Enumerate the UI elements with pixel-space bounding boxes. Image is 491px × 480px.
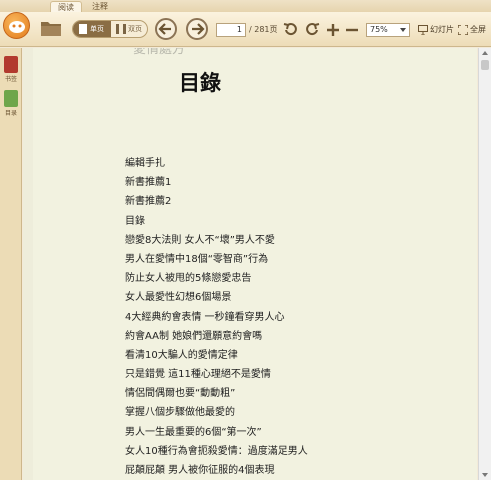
fullscreen-button[interactable]: 全屏 (457, 23, 486, 37)
zoom-select[interactable]: 75% (366, 23, 410, 37)
rotate-right-icon[interactable] (303, 21, 321, 39)
toc-entry[interactable]: 看清10大騙人的愛情定律 (125, 346, 445, 365)
fullscreen-label: 全屏 (470, 25, 486, 34)
left-sidebar: 书签 目录 (0, 48, 22, 480)
rotate-left-icon[interactable] (282, 21, 300, 39)
document-viewport: 愛情處方 目錄 編輯手扎 新書推薦1 新書推薦2 目錄 戀愛8大法則 女人不“壞… (23, 48, 477, 480)
single-page-button[interactable]: 单页 (73, 21, 111, 37)
toolbar: 单页 双页 1 / 281页 75% 幻灯片 全屏 (0, 12, 491, 47)
double-page-label: 双页 (128, 25, 142, 33)
vertical-scrollbar[interactable] (478, 48, 491, 480)
toc-entry[interactable]: 男人一生最重要的6個“第一次” (125, 423, 445, 442)
table-of-contents-icon (4, 90, 18, 107)
sidebar-item-label: 目录 (4, 110, 17, 117)
toc-list: 編輯手扎 新書推薦1 新書推薦2 目錄 戀愛8大法則 女人不“壞”男人不愛 男人… (125, 154, 445, 480)
scroll-down-icon[interactable] (482, 473, 488, 477)
single-page-label: 单页 (90, 25, 104, 33)
arrow-right-icon (192, 23, 205, 35)
sidebar-item-bookmark[interactable]: 书签 (3, 56, 19, 83)
total-pages-label: / 281页 (249, 25, 278, 34)
slideshow-button[interactable]: 幻灯片 (418, 23, 454, 37)
app-logo-icon[interactable] (3, 12, 30, 39)
chevron-down-icon (400, 28, 406, 32)
toc-entry[interactable]: 約會AA制 她娘們還願意約會嗎 (125, 327, 445, 346)
toc-entry[interactable]: 4大經典約會表情 一秒鐘看穿男人心 (125, 308, 445, 327)
toc-entry[interactable]: 戀愛8大法則 女人不“壞”男人不愛 (125, 231, 445, 250)
zoom-value: 75% (370, 25, 388, 34)
toc-entry[interactable]: 防止女人被甩的5條戀愛忠告 (125, 269, 445, 288)
scroll-up-icon[interactable] (482, 51, 488, 55)
next-page-button[interactable] (186, 18, 208, 40)
zoom-in-icon[interactable] (324, 21, 342, 39)
toc-entry[interactable]: 情侶間偶爾也要“動動粗” (125, 384, 445, 403)
toc-entry[interactable]: 新書推薦1 (125, 173, 445, 192)
tab-annotation[interactable]: 注释 (84, 1, 116, 12)
document-page: 愛情處方 目錄 編輯手扎 新書推薦1 新書推薦2 目錄 戀愛8大法則 女人不“壞… (33, 48, 477, 480)
toc-entry[interactable]: 目錄 (125, 212, 445, 231)
toc-entry[interactable]: 屁顛屁顛 男人被你征服的4個表現 (125, 461, 445, 480)
toc-entry[interactable]: 新書推薦2 (125, 192, 445, 211)
double-page-icon (116, 24, 126, 34)
toc-entry[interactable]: 男人在愛情中18個“零智商”行為 (125, 250, 445, 269)
zoom-out-icon[interactable] (343, 21, 361, 39)
double-page-button[interactable]: 双页 (111, 21, 147, 37)
tab-read[interactable]: 阅读 (50, 1, 82, 12)
view-mode-toggle: 单页 双页 (72, 20, 148, 38)
toc-entry[interactable]: 編輯手扎 (125, 154, 445, 173)
slideshow-icon (418, 25, 428, 36)
slideshow-label: 幻灯片 (430, 25, 454, 34)
page-number-input[interactable]: 1 (216, 23, 246, 37)
page-title: 目錄 (179, 71, 221, 95)
fullscreen-icon (457, 24, 469, 36)
toc-entry[interactable]: 女人最愛性幻想6個場景 (125, 288, 445, 307)
toc-entry[interactable]: 只是錯覺 這11種心理絕不是愛情 (125, 365, 445, 384)
sidebar-item-toc[interactable]: 目录 (3, 90, 19, 117)
sidebar-item-label: 书签 (4, 76, 17, 83)
single-page-icon (79, 24, 87, 34)
open-folder-icon[interactable] (40, 19, 62, 37)
tab-strip: 阅读 注释 (0, 0, 491, 12)
toc-entry[interactable]: 女人10種行為會扼殺愛情：過度滿足男人 (125, 442, 445, 461)
arrow-left-icon (158, 23, 171, 35)
scroll-thumb[interactable] (481, 60, 489, 70)
previous-page-button[interactable] (155, 18, 177, 40)
toc-entry[interactable]: 掌握八個步驟做他最愛的 (125, 403, 445, 422)
bookmark-icon (4, 56, 18, 73)
clipped-heading: 愛情處方 (133, 48, 186, 57)
